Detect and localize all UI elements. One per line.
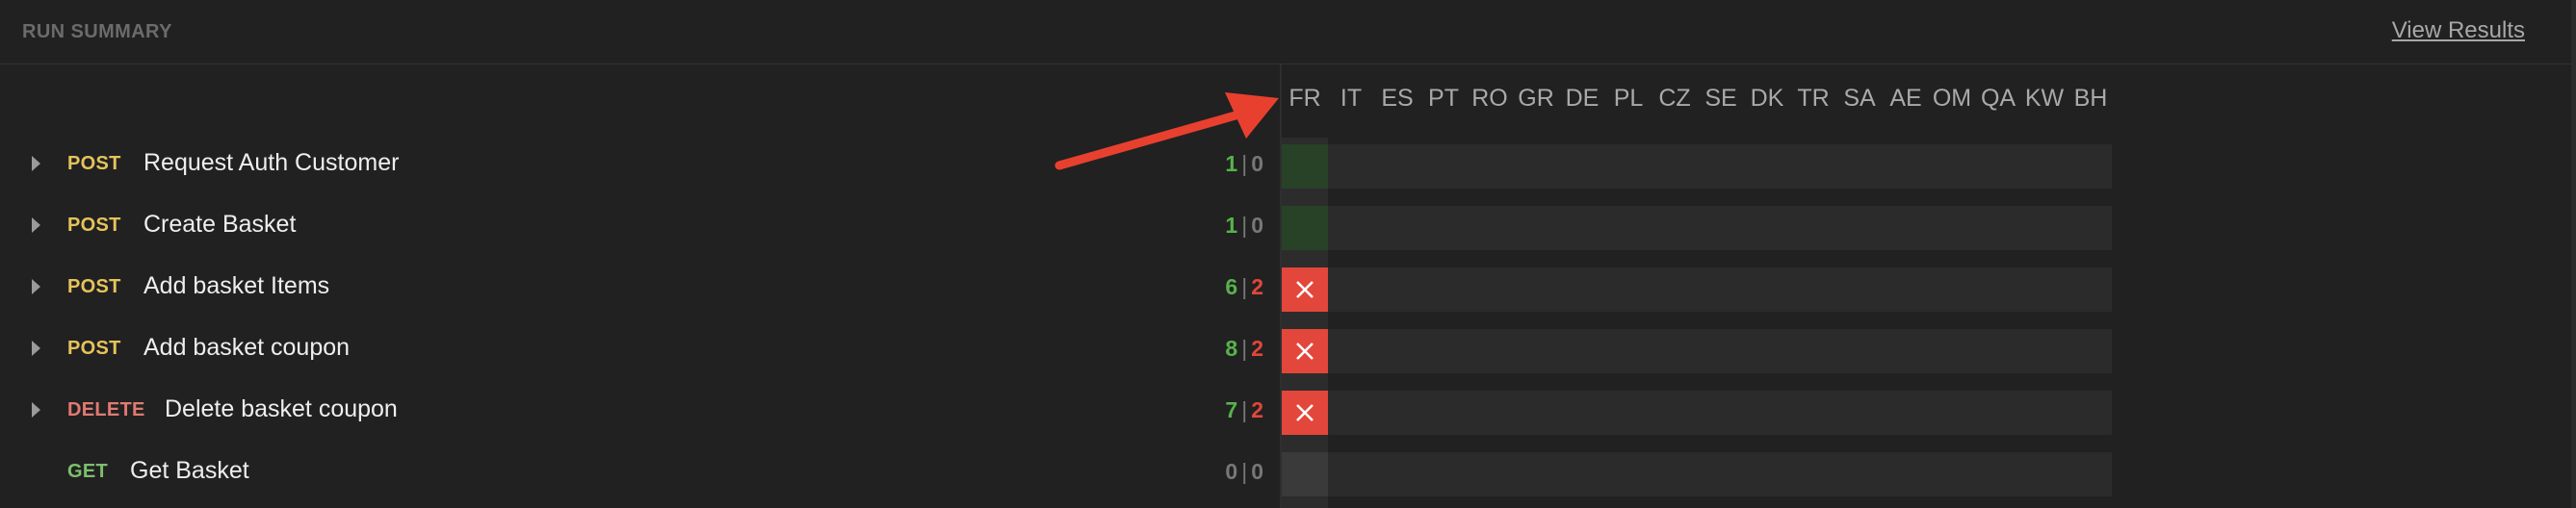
failed-count: 2 [1251,397,1263,422]
pass-fail-counts: 8 | 2 [1225,336,1263,362]
count-separator: | [1241,336,1248,361]
http-method-badge: DELETE [67,399,145,420]
country-results-track [1328,452,2112,496]
country-header-gr: GR [1518,85,1554,112]
passed-count: 1 [1225,213,1238,238]
close-icon [1296,343,1314,360]
caret-right-icon[interactable] [32,156,40,171]
country-header-om: OM [1932,85,1972,112]
passed-count: 6 [1225,274,1238,299]
count-separator: | [1241,213,1248,238]
country-header-pt: PT [1428,85,1459,112]
caret-right-icon[interactable] [32,341,40,356]
request-name[interactable]: Get Basket [130,457,249,485]
caret-right-icon[interactable] [32,402,40,418]
request-name[interactable]: Request Auth Customer [143,149,399,177]
country-results-track [1328,267,2112,312]
country-header-sa: SA [1843,85,1876,112]
http-method-badge: GET [67,461,109,482]
country-header-ae: AE [1889,85,1922,112]
request-row[interactable]: GET Get Basket 0 | 0 [0,448,2119,496]
view-results-link[interactable]: View Results [2392,17,2525,44]
annotation-arrow-icon [1054,92,1279,170]
fr-result-cell[interactable] [1282,452,1328,496]
request-row[interactable]: POST Create Basket 1 | 0 [0,202,2119,250]
request-name[interactable]: Create Basket [143,211,296,239]
country-header-de: DE [1565,85,1600,112]
pass-fail-counts: 7 | 2 [1225,397,1263,423]
passed-count: 0 [1225,459,1238,484]
run-summary-title: RUN SUMMARY [22,21,172,42]
country-header-pl: PL [1613,85,1644,112]
country-results-track [1328,329,2112,373]
country-header-ro: RO [1471,85,1508,112]
fr-result-cell[interactable] [1282,329,1328,373]
country-header-tr: TR [1797,85,1830,112]
passed-count: 8 [1225,336,1238,361]
request-row[interactable]: POST Add basket Items 6 | 2 [0,264,2119,312]
pass-fail-counts: 1 | 0 [1225,213,1263,239]
close-icon [1296,281,1314,298]
fr-result-cell[interactable] [1282,267,1328,312]
request-name[interactable]: Add basket Items [143,272,329,300]
country-header-bh: BH [2073,85,2108,112]
country-header-dk: DK [1750,85,1784,112]
country-header-qa: QA [1980,85,2017,112]
run-summary-header: RUN SUMMARY View Results [0,0,2576,64]
fr-result-cell[interactable] [1282,391,1328,435]
caret-right-icon[interactable] [32,217,40,233]
country-header-kw: KW [2024,85,2065,112]
country-results-track [1328,206,2112,250]
request-row[interactable]: DELETE Delete basket coupon 7 | 2 [0,387,2119,435]
fr-result-cell[interactable] [1282,206,1328,250]
country-header-cz: CZ [1658,85,1691,112]
http-method-badge: POST [67,276,121,297]
http-method-badge: POST [67,338,121,359]
panel-right-edge [2571,0,2576,508]
http-method-badge: POST [67,215,121,236]
request-name[interactable]: Add basket coupon [143,334,350,362]
failed-count: 2 [1251,274,1263,299]
country-header-it: IT [1340,85,1363,112]
count-separator: | [1241,274,1248,299]
close-icon [1296,404,1314,421]
country-header-es: ES [1381,85,1414,112]
country-results-track [1328,144,2112,189]
count-separator: | [1241,459,1248,484]
pass-fail-counts: 6 | 2 [1225,274,1263,300]
http-method-badge: POST [67,153,121,174]
passed-count: 7 [1225,397,1238,422]
caret-right-icon[interactable] [32,279,40,294]
failed-count: 2 [1251,336,1263,361]
request-name[interactable]: Delete basket coupon [165,395,398,423]
country-header-se: SE [1704,85,1737,112]
count-separator: | [1241,397,1248,422]
failed-count: 0 [1251,459,1263,484]
failed-count: 0 [1251,213,1263,238]
request-row[interactable]: POST Add basket coupon 8 | 2 [0,325,2119,373]
pass-fail-counts: 0 | 0 [1225,459,1263,485]
country-results-track [1328,391,2112,435]
